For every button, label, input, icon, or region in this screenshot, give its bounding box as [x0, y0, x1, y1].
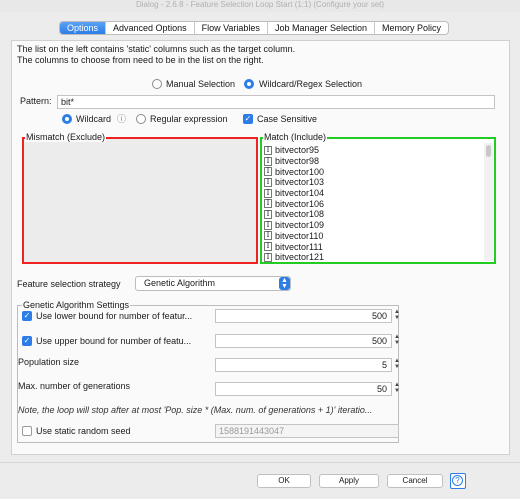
list-item[interactable]: Ibitvector111 — [264, 241, 482, 252]
list-item[interactable]: Ibitvector108 — [264, 209, 482, 220]
string-type-icon: I — [264, 167, 272, 177]
tab-job-manager-selection[interactable]: Job Manager Selection — [268, 22, 375, 34]
tab-advanced-options[interactable]: Advanced Options — [106, 22, 195, 34]
lower-bound-input[interactable]: 500 — [215, 309, 392, 323]
match-list-scrollbar[interactable] — [484, 143, 493, 261]
string-type-icon: I — [264, 177, 272, 187]
list-item[interactable]: Ibitvector98 — [264, 156, 482, 167]
iterations-note: Note, the loop will stop after at most '… — [18, 405, 373, 415]
list-item[interactable]: Ibitvector106 — [264, 198, 482, 209]
string-type-icon: I — [264, 209, 272, 219]
wildcard-label[interactable]: Wildcard — [76, 114, 111, 125]
string-type-icon: I — [264, 231, 272, 241]
string-type-icon: I — [264, 220, 272, 230]
wildcard-regex-selection-label[interactable]: Wildcard/Regex Selection — [259, 79, 362, 90]
upper-bound-stepper[interactable]: ▲ ▼ — [394, 334, 400, 347]
ok-button[interactable]: OK — [257, 474, 311, 488]
random-seed-input[interactable]: 1588191443047 — [215, 424, 399, 438]
list-item[interactable]: Ibitvector104 — [264, 188, 482, 199]
wildcard-regex-selection-radio[interactable] — [244, 79, 254, 89]
list-item[interactable]: Ibitvector95 — [264, 145, 482, 156]
manual-selection-label[interactable]: Manual Selection — [166, 79, 235, 90]
upper-bound-checkbox[interactable]: ✓ — [22, 336, 32, 346]
manual-selection-radio[interactable] — [152, 79, 162, 89]
window-title: Dialog - 2.6.8 - Feature Selection Loop … — [135, 0, 385, 9]
list-item[interactable]: Ibitvector121 — [264, 252, 482, 263]
intro-line-1: The list on the left contains 'static' c… — [17, 44, 296, 54]
list-item[interactable]: Ibitvector109 — [264, 220, 482, 231]
lower-bound-checkbox[interactable]: ✓ — [22, 311, 32, 321]
chevron-updown-icon[interactable]: ▲ ▼ — [279, 277, 290, 290]
pattern-label: Pattern: — [20, 96, 52, 106]
case-sensitive-label[interactable]: Case Sensitive — [257, 114, 317, 125]
list-item[interactable]: Ibitvector100 — [264, 166, 482, 177]
match-include-items: Ibitvector95 Ibitvector98 Ibitvector100 … — [264, 145, 482, 263]
wildcard-radio[interactable] — [62, 114, 72, 124]
pattern-input[interactable]: bit* — [57, 95, 495, 109]
list-item[interactable]: Ibitvector110 — [264, 231, 482, 242]
lower-bound-stepper[interactable]: ▲ ▼ — [394, 309, 400, 322]
apply-button[interactable]: Apply — [319, 474, 379, 488]
help-icon: ? — [452, 475, 463, 486]
help-button[interactable]: ? — [450, 473, 466, 489]
string-type-icon: I — [264, 199, 272, 209]
regular-expression-label[interactable]: Regular expression — [150, 114, 228, 125]
case-sensitive-checkbox[interactable]: ✓ — [243, 114, 253, 124]
max-generations-stepper[interactable]: ▲ ▼ — [394, 382, 400, 395]
strategy-select[interactable]: Genetic Algorithm — [135, 276, 291, 291]
max-generations-label: Max. number of generations — [18, 381, 131, 391]
population-size-label: Population size — [18, 357, 80, 367]
cancel-button[interactable]: Cancel — [387, 474, 443, 488]
mismatch-exclude-title: Mismatch (Exclude) — [25, 132, 107, 142]
string-type-icon: I — [264, 252, 272, 262]
string-type-icon: I — [264, 156, 272, 166]
genetic-algorithm-group — [17, 305, 399, 443]
upper-bound-label[interactable]: Use upper bound for number of featu... — [36, 336, 191, 347]
upper-bound-input[interactable]: 500 — [215, 334, 392, 348]
tab-bar: Options Advanced Options Flow Variables … — [59, 21, 450, 35]
info-icon[interactable]: ⓘ — [117, 114, 126, 125]
string-type-icon: I — [264, 242, 272, 252]
regular-expression-radio[interactable] — [136, 114, 146, 124]
mismatch-exclude-list[interactable] — [22, 137, 258, 264]
string-type-icon: I — [264, 145, 272, 155]
static-seed-label[interactable]: Use static random seed — [36, 426, 131, 437]
tab-memory-policy[interactable]: Memory Policy — [375, 22, 448, 34]
genetic-algorithm-title: Genetic Algorithm Settings — [22, 300, 131, 310]
tab-flow-variables[interactable]: Flow Variables — [195, 22, 268, 34]
tab-options[interactable]: Options — [60, 22, 107, 34]
footer-divider — [0, 462, 520, 463]
scrollbar-thumb[interactable] — [486, 145, 491, 157]
lower-bound-label[interactable]: Use lower bound for number of featur... — [36, 311, 192, 322]
string-type-icon: I — [264, 188, 272, 198]
intro-line-2: The columns to choose from need to be in… — [17, 55, 264, 65]
list-item[interactable]: Ibitvector103 — [264, 177, 482, 188]
match-include-title: Match (Include) — [263, 132, 328, 142]
strategy-value: Genetic Algorithm — [144, 278, 216, 288]
strategy-label: Feature selection strategy — [17, 279, 121, 289]
max-generations-input[interactable]: 50 — [215, 382, 392, 396]
population-size-input[interactable]: 5 — [215, 358, 392, 372]
population-size-stepper[interactable]: ▲ ▼ — [394, 358, 400, 371]
static-seed-checkbox[interactable] — [22, 426, 32, 436]
